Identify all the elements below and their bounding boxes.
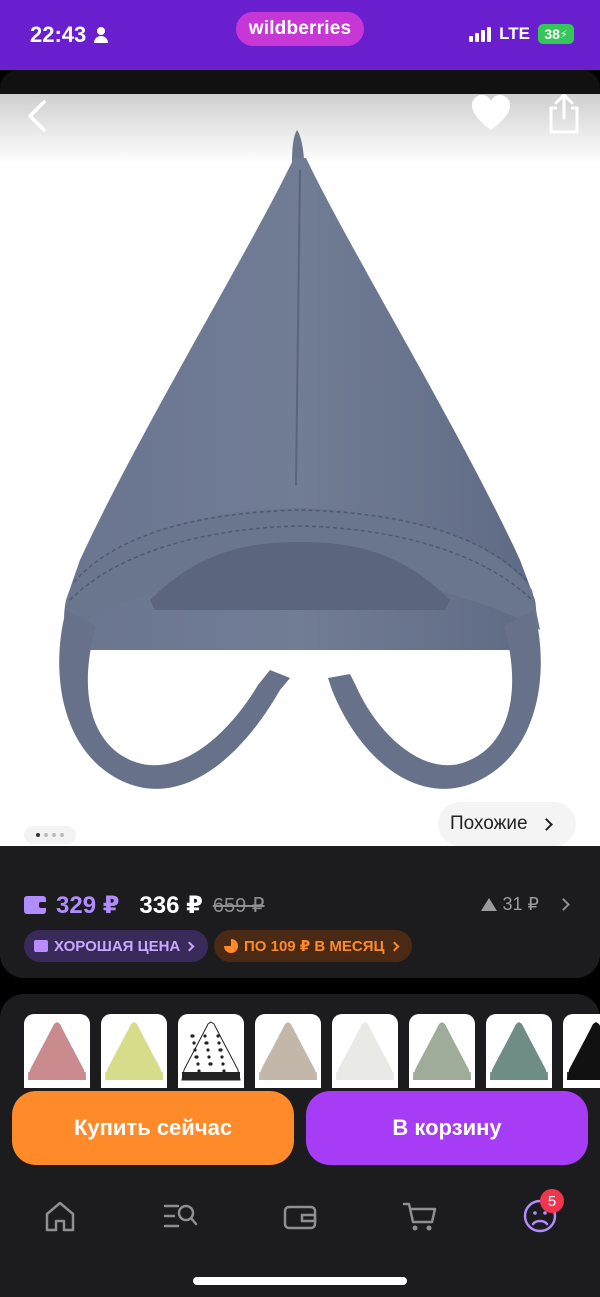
page-dot	[52, 833, 56, 837]
person-icon	[94, 27, 109, 43]
catalog-search-icon[interactable]	[160, 1196, 200, 1236]
add-to-cart-button[interactable]: В корзину	[306, 1091, 588, 1165]
price-history-button[interactable]: 31 ₽	[480, 894, 570, 915]
color-variant-thumb[interactable]	[563, 1014, 600, 1088]
hat-thumbnail-image	[28, 1022, 86, 1080]
color-variant-thumb[interactable]	[101, 1014, 167, 1088]
status-time: 22:43	[30, 22, 109, 48]
page-dot	[36, 833, 40, 837]
network-label: LTE	[499, 24, 530, 43]
product-image-gallery[interactable]	[0, 94, 600, 846]
price-card: 329 ₽ 336 ₽ 659 ₽ 31 ₽ ХОРОШАЯ ЦЕНА ПО 1…	[0, 846, 600, 978]
cart-icon[interactable]	[400, 1196, 440, 1236]
color-variant-thumb[interactable]	[24, 1014, 90, 1088]
brand-logo: wildberries	[236, 12, 364, 46]
hat-thumbnail-image	[105, 1022, 163, 1080]
color-variant-thumb[interactable]	[486, 1014, 552, 1088]
installment-label: ПО 109 ₽ В МЕСЯЦ	[244, 938, 385, 955]
hat-thumbnail-image	[336, 1022, 394, 1080]
color-variant-thumb[interactable]	[255, 1014, 321, 1088]
home-indicator	[193, 1277, 407, 1285]
installment-badge[interactable]: ПО 109 ₽ В МЕСЯЦ	[214, 930, 412, 962]
wallet-icon[interactable]	[280, 1196, 320, 1236]
chevron-right-icon	[184, 941, 195, 951]
back-icon[interactable]	[20, 98, 56, 134]
gallery-pagination	[24, 826, 76, 844]
chevron-right-icon	[389, 941, 399, 951]
similar-label: Похожие	[450, 813, 528, 834]
color-variant-thumb[interactable]	[409, 1014, 475, 1088]
price-row: 329 ₽ 336 ₽ 659 ₽	[24, 890, 265, 920]
buy-now-button[interactable]: Купить сейчас	[12, 1091, 294, 1165]
similar-button[interactable]: Похожие	[438, 802, 576, 846]
wallet-icon	[24, 896, 47, 914]
hat-thumbnail-image	[567, 1022, 600, 1080]
color-variant-thumb[interactable]	[178, 1014, 244, 1088]
status-bar: 22:43 wildberries LTE 38 ⚡	[0, 0, 600, 70]
current-price: 336 ₽	[139, 891, 203, 919]
profile-notification-badge: 5	[540, 1189, 564, 1213]
signal-icon	[469, 26, 492, 42]
old-price: 659 ₽	[212, 894, 265, 917]
time-label: 22:43	[30, 22, 87, 47]
pie-chart-icon	[224, 939, 238, 953]
page-dot	[44, 833, 48, 837]
page-dot	[60, 833, 64, 837]
wallet-price: 329 ₽	[56, 891, 120, 919]
product-hat-image	[59, 130, 541, 789]
share-icon[interactable]	[546, 94, 582, 136]
good-price-label: ХОРОШАЯ ЦЕНА	[54, 937, 181, 955]
home-icon[interactable]	[40, 1196, 80, 1236]
battery-level: 38	[544, 26, 560, 42]
chevron-right-icon	[557, 898, 570, 911]
price-change: 31 ₽	[502, 894, 539, 914]
hat-thumbnail-image	[181, 1021, 241, 1081]
hat-thumbnail-image	[490, 1022, 548, 1080]
good-price-badge[interactable]: ХОРОШАЯ ЦЕНА	[24, 930, 208, 962]
hat-thumbnail-image	[259, 1022, 317, 1080]
hat-thumbnail-image	[413, 1022, 471, 1080]
price-up-icon	[480, 898, 497, 911]
status-indicators: LTE 38 ⚡	[469, 24, 574, 44]
color-variant-thumb[interactable]	[332, 1014, 398, 1088]
favorite-heart-icon[interactable]	[470, 94, 512, 134]
battery-icon: 38 ⚡	[538, 24, 574, 44]
brand-label: wildberries	[248, 18, 352, 39]
thumbs-up-icon	[34, 940, 48, 952]
sheet-top-edge	[0, 70, 600, 94]
chevron-right-icon	[539, 817, 553, 831]
